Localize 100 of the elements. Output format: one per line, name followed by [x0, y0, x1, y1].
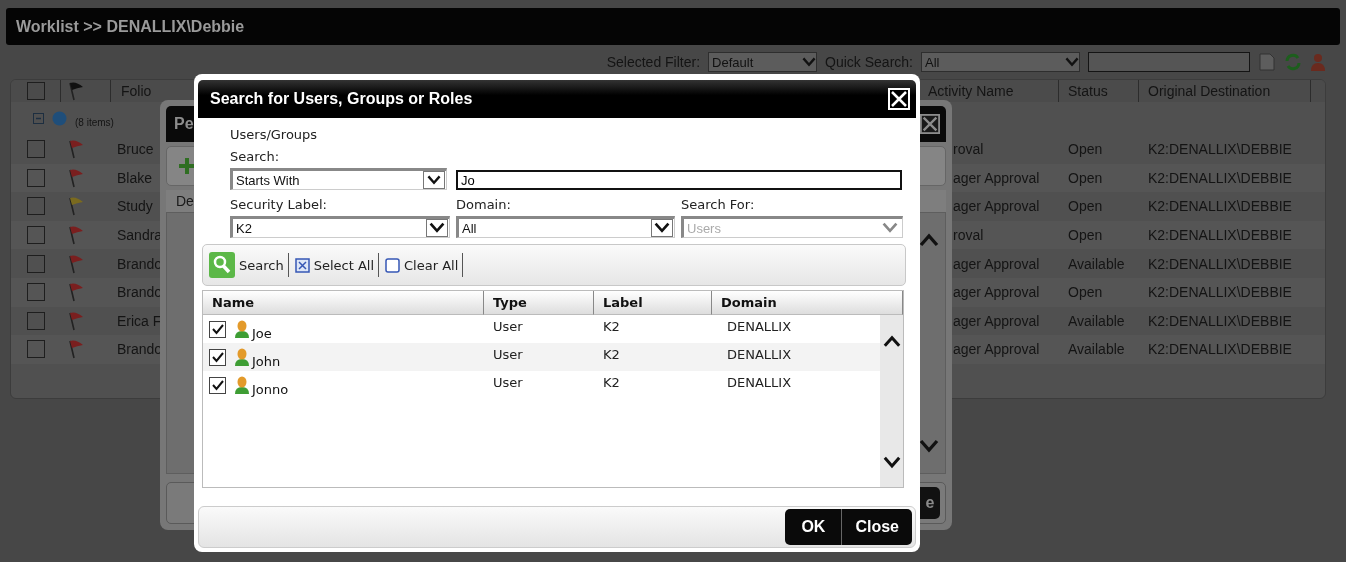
table-cell: ager Approval: [953, 198, 1040, 215]
checkbox[interactable]: [27, 197, 45, 216]
column-header[interactable]: Type: [484, 291, 594, 315]
checkbox[interactable]: [27, 254, 45, 273]
table-cell: K2:DENALLIX\DEBBIE: [1148, 198, 1292, 215]
table-cell: DENALLIX: [727, 319, 792, 334]
table-cell: K2: [603, 347, 620, 362]
page-title: Worklist >> DENALLIX\Debbie: [16, 17, 245, 36]
table-cell: roval: [953, 227, 984, 244]
search-label: Search:: [230, 148, 281, 166]
toolbar-button[interactable]: Clear All: [383, 253, 464, 277]
table-cell: User: [493, 347, 523, 362]
table-cell: Study: [117, 198, 153, 215]
table-cell: Open: [1068, 169, 1103, 186]
scrollbar[interactable]: [880, 315, 903, 487]
table-cell: Joe: [252, 325, 272, 341]
table-cell: K2:DENALLIX\DEBBIE: [1148, 341, 1292, 358]
table-cell: DENALLIX: [727, 375, 792, 390]
table-cell: K2:DENALLIX\DEBBIE: [1148, 169, 1292, 186]
table-cell: K2: [603, 319, 620, 334]
dialog-title: Pe: [174, 115, 194, 133]
scroll-up-icon[interactable]: [919, 233, 939, 247]
dropdown-icon[interactable]: [654, 222, 670, 234]
table-cell: User: [493, 375, 523, 390]
table-cell: John: [252, 353, 281, 369]
user-icon: [234, 347, 250, 367]
document-icon[interactable]: [1258, 52, 1276, 72]
table-cell: Bruce: [117, 141, 154, 158]
checked-box-icon: [294, 257, 310, 273]
table-cell: Open: [1068, 198, 1103, 215]
column-header[interactable]: Name: [203, 291, 484, 315]
checkbox[interactable]: [27, 226, 45, 245]
table-cell: ager Approval: [953, 169, 1040, 186]
table-cell: K2:DENALLIX\DEBBIE: [1148, 284, 1292, 301]
checkmark-icon: [211, 323, 224, 335]
table-cell: K2: [603, 375, 620, 390]
table-cell: Open: [1068, 284, 1103, 301]
scroll-down-icon[interactable]: [919, 439, 939, 453]
table-cell: Jonno: [252, 381, 289, 397]
close-button[interactable]: e: [920, 487, 940, 519]
table-cell: Brando: [117, 284, 163, 301]
column-header[interactable]: De: [176, 193, 194, 209]
table-cell: roval: [953, 141, 984, 158]
item-count: (8 items): [75, 117, 114, 128]
table-cell: Available: [1068, 341, 1125, 358]
table-cell: Available: [1068, 312, 1125, 329]
collapse-icon[interactable]: [33, 113, 44, 124]
search-icon: [209, 252, 235, 278]
toolbar-button[interactable]: Search: [207, 253, 289, 277]
checkbox[interactable]: [27, 82, 45, 100]
field-label: Domain:: [456, 196, 512, 214]
table-cell: K2:DENALLIX\DEBBIE: [1148, 312, 1292, 329]
table-cell: Brando: [117, 255, 163, 272]
table-cell: ager Approval: [953, 312, 1040, 329]
user-icon: [234, 319, 250, 339]
checkbox[interactable]: [27, 168, 45, 187]
ok-button[interactable]: OK: [785, 509, 842, 545]
dropdown-field[interactable]: All: [456, 216, 675, 238]
table-cell: Brando: [117, 341, 163, 358]
table-cell: K2:DENALLIX\DEBBIE: [1148, 255, 1292, 272]
table-cell: Available: [1068, 255, 1125, 272]
scroll-up-icon[interactable]: [882, 335, 901, 348]
checkbox[interactable]: [209, 320, 226, 338]
column-header[interactable]: Domain: [712, 291, 903, 315]
table-cell: ager Approval: [953, 284, 1040, 301]
column-header[interactable]: Label: [594, 291, 712, 315]
table-cell: ager Approval: [953, 341, 1040, 358]
flag-icon: [67, 81, 85, 101]
checkmark-icon: [211, 351, 224, 363]
table-cell: Open: [1068, 141, 1103, 158]
toolbar-button[interactable]: Select All: [292, 253, 380, 277]
checkbox[interactable]: [209, 376, 226, 394]
checkbox[interactable]: [27, 140, 45, 159]
checkmark-icon: [211, 379, 224, 391]
checkbox[interactable]: [209, 348, 226, 366]
dropdown-icon[interactable]: [429, 222, 445, 234]
section-label: Users/Groups: [230, 126, 319, 144]
table-cell: K2:DENALLIX\DEBBIE: [1148, 141, 1292, 158]
checkbox[interactable]: [27, 283, 45, 302]
table-cell: K2:DENALLIX\DEBBIE: [1148, 227, 1292, 244]
plus-icon[interactable]: [177, 156, 197, 176]
table-cell: DENALLIX: [727, 347, 792, 362]
scroll-down-icon[interactable]: [882, 456, 901, 469]
search-field[interactable]: Jo: [456, 170, 902, 190]
field-label: Security Label:: [230, 196, 328, 214]
close-button[interactable]: Close: [841, 509, 912, 545]
dialog-title: Search for Users, Groups or Roles: [210, 90, 473, 108]
table-cell: ager Approval: [953, 255, 1040, 272]
checkbox[interactable]: [27, 311, 45, 330]
dropdown-field[interactable]: K2: [230, 216, 450, 238]
checkbox[interactable]: [27, 340, 45, 359]
empty-box-icon: [385, 257, 401, 273]
user-icon: [234, 375, 250, 395]
match-select[interactable]: Starts With: [230, 168, 447, 190]
dropdown-icon[interactable]: [427, 175, 441, 185]
table-cell: Blake: [117, 169, 153, 186]
table-cell: User: [493, 319, 523, 334]
field-label: Search For:: [681, 196, 756, 214]
table-cell: Open: [1068, 227, 1103, 244]
search-field[interactable]: [1088, 52, 1250, 72]
